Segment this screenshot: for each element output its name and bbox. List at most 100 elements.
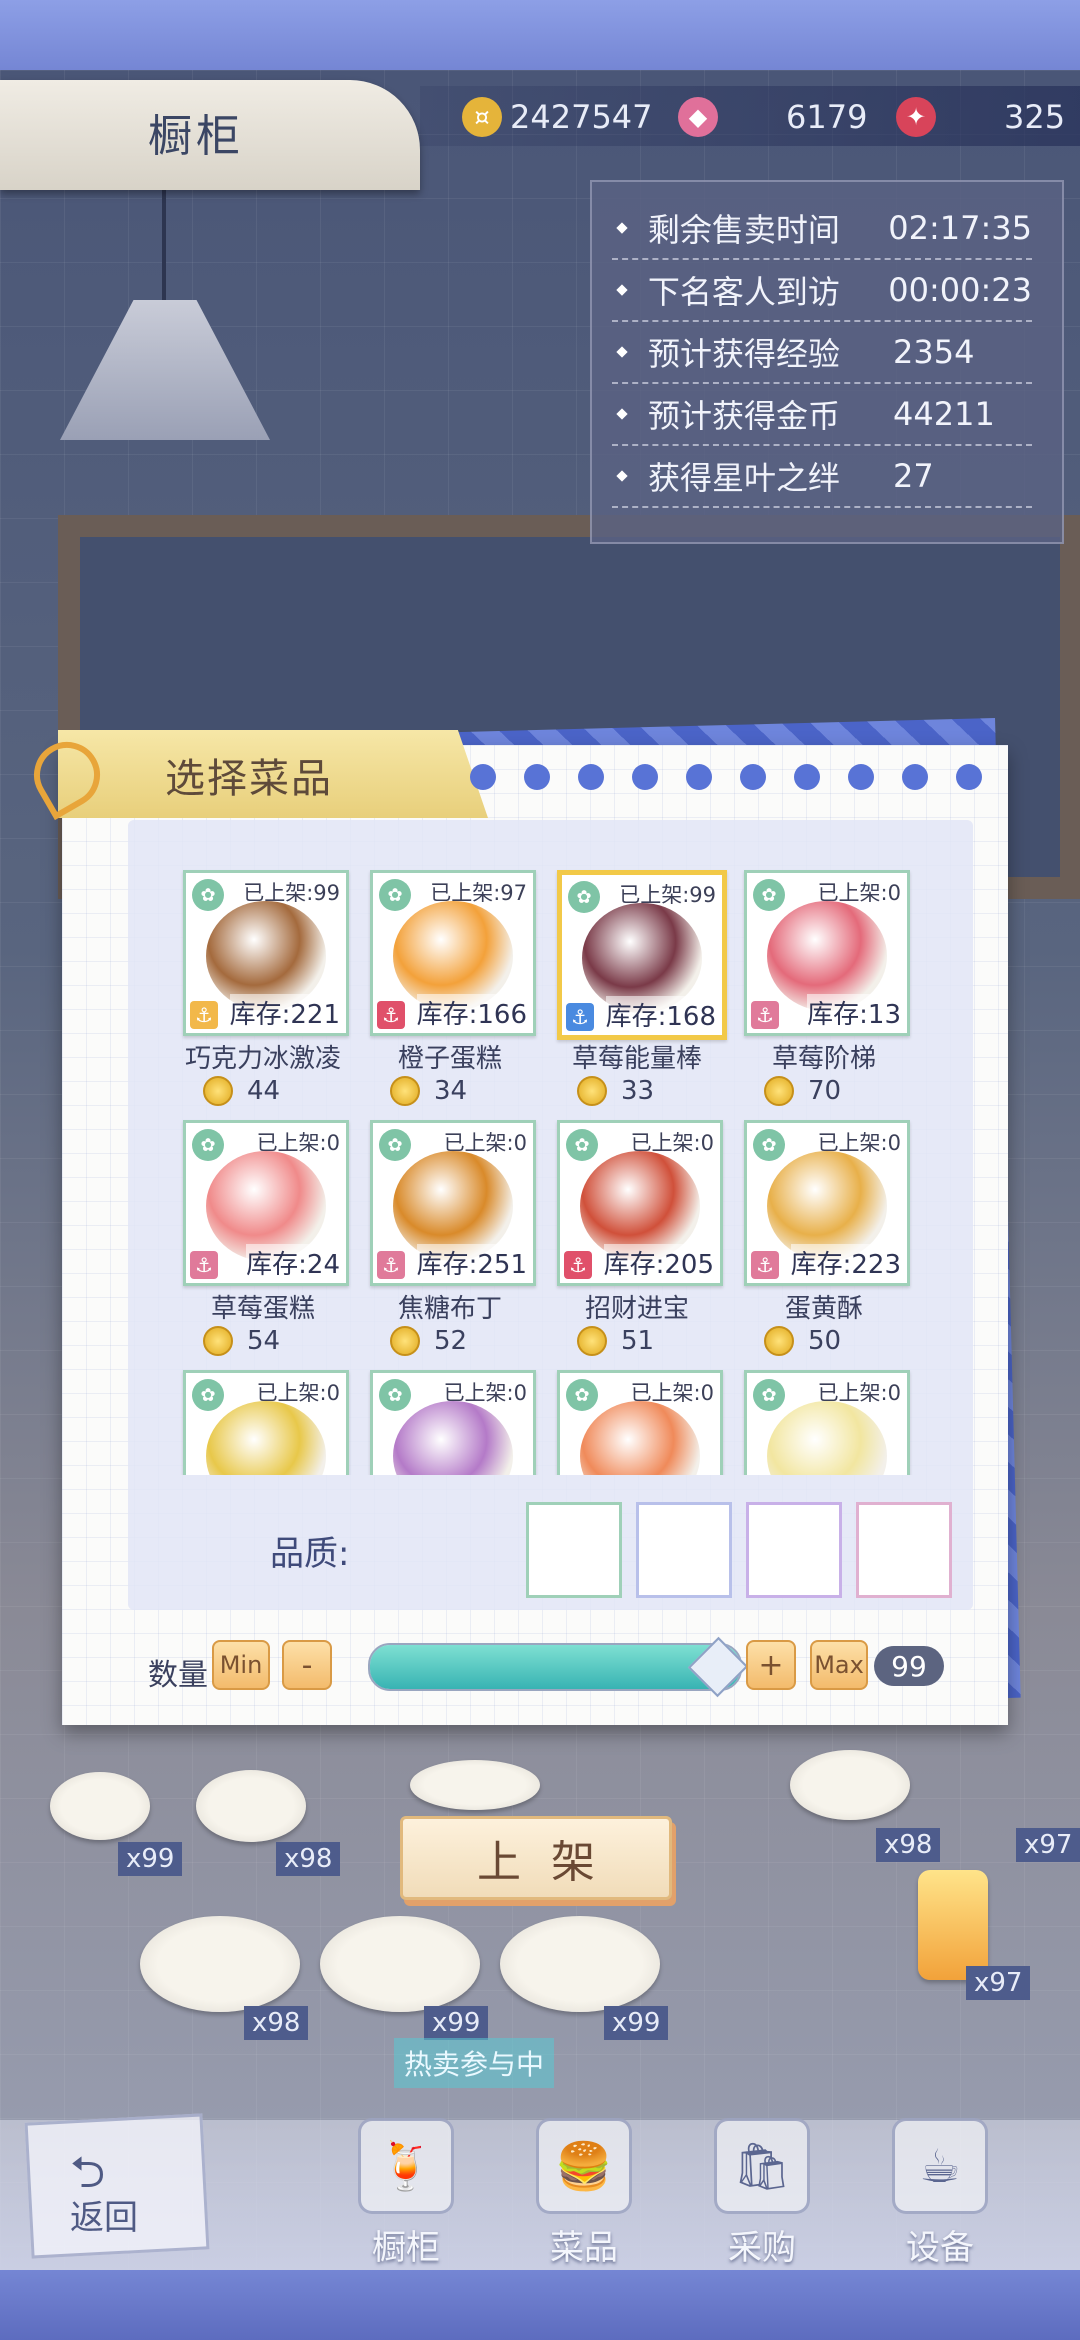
nav-equipment[interactable]: ☕ 设备 [870, 2118, 1010, 2268]
gold-coin-icon [203, 1326, 233, 1356]
dish-thumbnail[interactable]: ✿ 已上架:0 ⚓ 库存:13 [744, 870, 910, 1036]
listed-count: 已上架:0 [817, 1131, 901, 1155]
listed-count: 已上架:0 [630, 1131, 714, 1155]
quality-slot[interactable] [526, 1502, 622, 1598]
dish-card[interactable]: ✿ 已上架:0 [370, 1370, 540, 1475]
dish-thumbnail[interactable]: ✿ 已上架:0 [370, 1370, 536, 1475]
dish-price: 54 [203, 1326, 280, 1356]
dish-price: 33 [577, 1076, 654, 1106]
gem-resource: ◆ 6179 [678, 92, 867, 142]
dish-price: 50 [764, 1326, 841, 1356]
nav-purchase[interactable]: 🛍 采购 [692, 2118, 832, 2268]
shelf-count: x99 [604, 2006, 669, 2040]
rarity-badge-icon: ⚓ [377, 1001, 405, 1029]
star-resource[interactable]: ✦ 325 [896, 92, 1065, 142]
dish-type-icon: ✿ [192, 879, 224, 911]
dish-price: 44 [203, 1076, 280, 1106]
back-label: 返回 [70, 2198, 138, 2238]
dish-type-icon: ✿ [568, 881, 600, 913]
dish-card[interactable]: ✿ 已上架:0 ⚓ 库存:205 招财进宝 51 [557, 1120, 727, 1360]
quality-slot[interactable] [746, 1502, 842, 1598]
quality-slot[interactable] [636, 1502, 732, 1598]
star-amount: 325 [1004, 98, 1066, 136]
gold-coin-icon [764, 1076, 794, 1106]
dish-card[interactable]: ✿ 已上架:97 ⚓ 库存:166 橙子蛋糕 34 [370, 870, 540, 1110]
dish-thumbnail[interactable]: ✿ 已上架:0 ⚓ 库存:24 [183, 1120, 349, 1286]
shelf-plate[interactable] [196, 1770, 306, 1842]
shelf-count: x97 [966, 1966, 1031, 2000]
dish-thumbnail[interactable]: ✿ 已上架:0 [183, 1370, 349, 1475]
page-title: 橱柜 [148, 111, 244, 162]
dish-type-icon: ✿ [192, 1129, 224, 1161]
listed-count: 已上架:0 [443, 1381, 527, 1405]
shelf-plate[interactable] [500, 1916, 660, 2012]
dish-thumbnail[interactable]: ✿ 已上架:0 [744, 1370, 910, 1475]
shopping-bag-icon: 🛍 [714, 2118, 810, 2214]
shelf-plate[interactable] [410, 1760, 540, 1810]
dish-thumbnail[interactable]: ✿ 已上架:0 [557, 1370, 723, 1475]
dish-card[interactable]: ✿ 已上架:0 ⚓ 库存:13 草莓阶梯 70 [744, 870, 914, 1110]
dish-card[interactable]: ✿ 已上架:0 [744, 1370, 914, 1475]
min-button[interactable]: Min [212, 1640, 270, 1690]
dish-image [393, 1401, 513, 1475]
rarity-badge-icon: ⚓ [190, 1001, 218, 1029]
dish-type-icon: ✿ [379, 1129, 411, 1161]
shelf-plate[interactable] [140, 1916, 300, 2012]
plus-button[interactable]: + [746, 1640, 796, 1690]
dish-thumbnail[interactable]: ✿ 已上架:99 ⚓ 库存:168 [557, 870, 727, 1040]
nav-cabinet[interactable]: 🍹 橱柜 [336, 2118, 476, 2268]
rarity-badge-icon: ⚓ [566, 1003, 594, 1031]
dish-card[interactable]: ✿ 已上架:0 [183, 1370, 353, 1475]
dish-thumbnail[interactable]: ✿ 已上架:0 ⚓ 库存:205 [557, 1120, 723, 1286]
gold-coin-icon [203, 1076, 233, 1106]
dish-grid-viewport: ✿ 已上架:99 ⚓ 库存:221 巧克力冰激凌 44 ✿ 已上架:97 ⚓ 库存:166 橙子蛋糕… [128, 820, 973, 1475]
coffee-cup[interactable] [790, 1750, 910, 1820]
listed-count: 已上架:0 [256, 1131, 340, 1155]
shelf-plate[interactable] [50, 1772, 150, 1840]
stock-count: 库存:221 [229, 994, 340, 1031]
shelf-count: x99 [424, 2006, 489, 2040]
dish-price: 51 [577, 1326, 654, 1356]
stock-count: 库存:223 [790, 1244, 901, 1281]
dish-card[interactable]: ✿ 已上架:0 ⚓ 库存:223 蛋黄酥 50 [744, 1120, 914, 1360]
shelf-count: x98 [244, 2006, 309, 2040]
quality-slot[interactable] [856, 1502, 952, 1598]
dish-card[interactable]: ✿ 已上架:0 [557, 1370, 727, 1475]
dish-card[interactable]: ✿ 已上架:0 ⚓ 库存:24 草莓蛋糕 54 [183, 1120, 353, 1360]
dish-price: 52 [390, 1326, 467, 1356]
dish-grid[interactable]: ✿ 已上架:99 ⚓ 库存:221 巧克力冰激凌 44 ✿ 已上架:97 ⚓ 库存:166 橙子蛋糕… [128, 820, 973, 1610]
dish-thumbnail[interactable]: ✿ 已上架:0 ⚓ 库存:223 [744, 1120, 910, 1286]
shelf-count: x99 [118, 1842, 183, 1876]
gold-coin-icon [764, 1326, 794, 1356]
listed-count: 已上架:99 [243, 881, 340, 905]
dish-thumbnail[interactable]: ✿ 已上架:0 ⚓ 库存:251 [370, 1120, 536, 1286]
max-button[interactable]: Max [810, 1640, 868, 1690]
listed-count: 已上架:97 [430, 881, 527, 905]
dish-price: 34 [390, 1076, 467, 1106]
rarity-badge-icon: ⚓ [751, 1001, 779, 1029]
juice-glass[interactable] [918, 1870, 988, 1980]
dish-card[interactable]: ✿ 已上架:0 ⚓ 库存:251 焦糖布丁 52 [370, 1120, 540, 1360]
info-row: 剩余售卖时间 02:17:35 [612, 198, 1032, 260]
quantity-slider[interactable] [368, 1643, 742, 1691]
dish-card[interactable]: ✿ 已上架:99 ⚓ 库存:168 草莓能量棒 33 [557, 870, 727, 1110]
dish-name: 巧克力冰激凌 [184, 1044, 341, 1074]
dish-name: 草莓能量棒 [571, 1044, 702, 1074]
dish-thumbnail[interactable]: ✿ 已上架:99 ⚓ 库存:221 [183, 870, 349, 1036]
quantity-label: 数量 [148, 1658, 208, 1693]
put-on-shelf-button[interactable]: 上架 [400, 1816, 672, 1900]
dish-name: 草莓阶梯 [771, 1044, 876, 1074]
stock-count: 库存:13 [807, 994, 901, 1031]
gem-amount: 6179 [786, 98, 868, 136]
gold-coin-icon: ¤ [462, 97, 502, 137]
info-row: 预计获得金币 44211 [612, 384, 1032, 446]
nav-dishes[interactable]: 🍔 菜品 [514, 2118, 654, 2268]
star-leaf-icon: ✦ [896, 97, 936, 137]
stock-count: 库存:168 [605, 996, 716, 1033]
juice-glass-icon: 🍹 [358, 2118, 454, 2214]
quantity-value: 99 [874, 1646, 944, 1686]
dish-card[interactable]: ✿ 已上架:99 ⚓ 库存:221 巧克力冰激凌 44 [183, 870, 353, 1110]
shelf-plate[interactable] [320, 1916, 480, 2012]
dish-thumbnail[interactable]: ✿ 已上架:97 ⚓ 库存:166 [370, 870, 536, 1036]
minus-button[interactable]: - [282, 1640, 332, 1690]
